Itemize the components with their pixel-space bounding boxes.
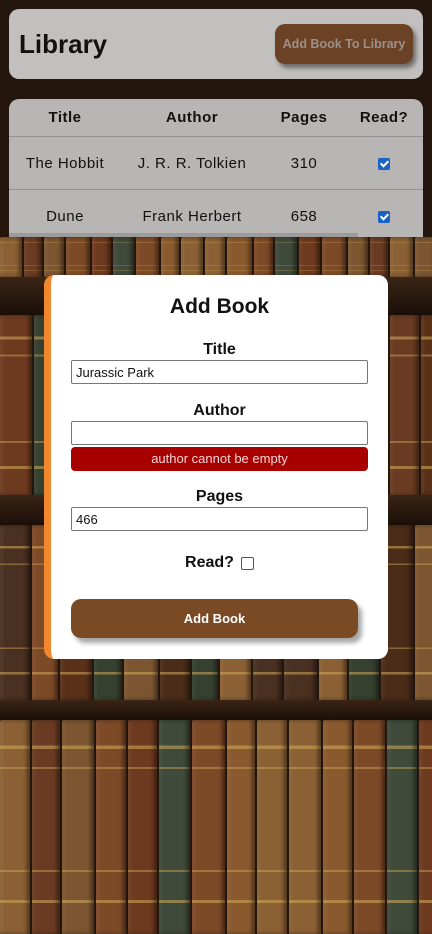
author-label: Author	[193, 402, 246, 419]
book-author-cell: Frank Herbert	[121, 189, 263, 237]
book-spine	[0, 315, 32, 495]
book-spine	[161, 237, 179, 277]
table-row: Dune Frank Herbert 658	[9, 189, 423, 237]
book-read-cell	[345, 189, 423, 237]
book-spine	[181, 237, 203, 277]
page-title: Library	[19, 29, 108, 59]
modal-title: Add Book	[169, 295, 270, 318]
book-spine	[415, 237, 432, 277]
book-pages-cell: 310	[263, 136, 345, 190]
book-spine	[24, 237, 42, 277]
add-book-to-library-button[interactable]: Add Book To Library	[275, 24, 413, 64]
book-spine	[227, 237, 252, 277]
book-spine	[205, 237, 225, 277]
read-checkbox[interactable]	[378, 157, 390, 170]
book-spine	[0, 525, 30, 700]
read-label: Read?	[185, 554, 234, 571]
book-spine	[32, 720, 60, 934]
shelf-plank	[0, 700, 432, 720]
column-header-author: Author	[121, 99, 263, 137]
author-input[interactable]	[71, 421, 368, 445]
book-spine	[348, 237, 368, 277]
book-spine	[419, 720, 432, 934]
book-spine	[322, 237, 346, 277]
book-spine	[323, 720, 352, 934]
table-scrollbar[interactable]	[9, 233, 358, 237]
title-label: Title	[203, 341, 236, 358]
book-title-cell: The Hobbit	[9, 136, 121, 190]
book-spine	[390, 237, 413, 277]
add-book-modal: Add Book Title Author author cannot be e…	[44, 275, 388, 659]
book-spine	[354, 720, 385, 934]
column-header-read: Read?	[345, 99, 423, 137]
pages-label: Pages	[195, 488, 244, 505]
book-read-cell	[345, 136, 423, 190]
book-spine	[96, 720, 126, 934]
book-author-cell: J. R. R. Tolkien	[121, 136, 263, 190]
book-spine	[62, 720, 94, 934]
author-error-message: author cannot be empty	[71, 447, 368, 471]
book-spine	[192, 720, 225, 934]
column-header-pages: Pages	[263, 99, 345, 137]
add-book-submit-button[interactable]: Add Book	[71, 599, 358, 638]
read-row: Read?	[51, 554, 388, 572]
book-spine	[227, 720, 255, 934]
book-spine	[66, 237, 90, 277]
bookshelf-row	[0, 720, 432, 934]
book-title-cell: Dune	[9, 189, 121, 237]
title-input[interactable]	[71, 360, 368, 384]
read-checkbox[interactable]	[378, 210, 390, 223]
book-spine	[387, 720, 417, 934]
book-spine	[92, 237, 111, 277]
book-spine	[415, 525, 432, 700]
table-header-row: Title Author Pages Read?	[9, 99, 423, 137]
book-spine	[0, 720, 30, 934]
book-spine	[254, 237, 273, 277]
book-spine	[275, 237, 297, 277]
book-spine	[159, 720, 190, 934]
book-spine	[390, 315, 419, 495]
book-spine	[257, 720, 287, 934]
library-table: Title Author Pages Read? The Hobbit J. R…	[9, 99, 423, 237]
book-spine	[299, 237, 320, 277]
book-spine	[289, 720, 321, 934]
book-spine	[421, 315, 432, 495]
book-spine	[44, 237, 64, 277]
book-spine	[113, 237, 134, 277]
book-spine	[0, 237, 22, 277]
bookshelf-row	[0, 237, 432, 277]
read-checkbox-input[interactable]	[240, 556, 254, 570]
column-header-title: Title	[9, 99, 121, 137]
book-pages-cell: 658	[263, 189, 345, 237]
book-spine	[128, 720, 157, 934]
app-header: Library Add Book To Library	[9, 9, 423, 79]
table-row: The Hobbit J. R. R. Tolkien 310	[9, 136, 423, 190]
pages-input[interactable]	[71, 507, 368, 531]
book-spine	[136, 237, 159, 277]
book-spine	[370, 237, 388, 277]
